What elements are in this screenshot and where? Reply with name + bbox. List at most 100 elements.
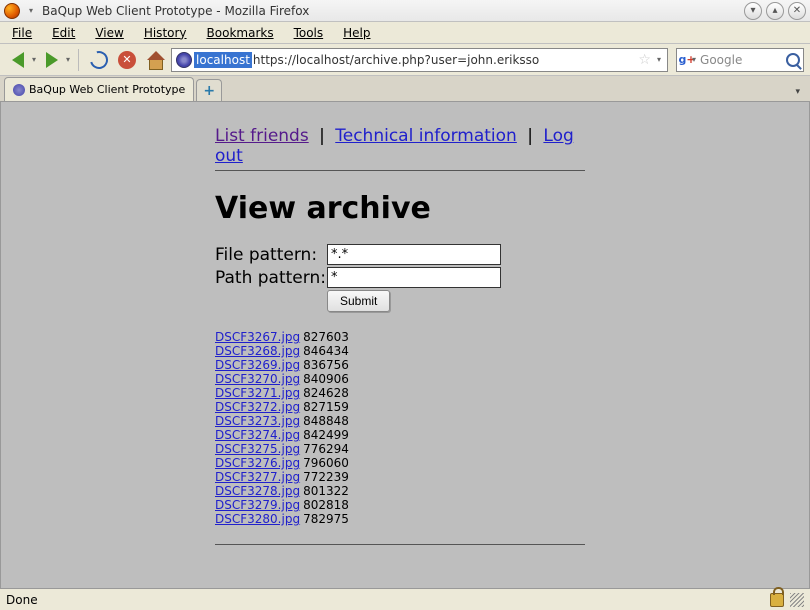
- search-placeholder: Google: [700, 53, 786, 67]
- nav-separator: |: [314, 126, 330, 146]
- file-row: DSCF3268.jpg846434: [215, 344, 585, 358]
- search-engine-dropdown[interactable]: ▾: [692, 55, 696, 64]
- file-link[interactable]: DSCF3271.jpg: [215, 386, 300, 400]
- page-body: List friends | Technical information | L…: [215, 126, 585, 545]
- bookmark-star-icon[interactable]: ☆: [638, 52, 651, 68]
- submit-button[interactable]: Submit: [327, 290, 390, 312]
- file-link[interactable]: DSCF3277.jpg: [215, 470, 300, 484]
- tab-label: BaQup Web Client Prototype: [29, 83, 185, 96]
- search-box[interactable]: g+ ▾ Google: [676, 48, 804, 72]
- file-link[interactable]: DSCF3270.jpg: [215, 372, 300, 386]
- file-pattern-row: File pattern:: [215, 244, 585, 265]
- menu-tools[interactable]: Tools: [288, 24, 330, 42]
- file-size: 801322: [303, 484, 349, 498]
- divider: [215, 544, 585, 545]
- file-row: DSCF3272.jpg827159: [215, 400, 585, 414]
- page-top-nav: List friends | Technical information | L…: [215, 126, 585, 166]
- path-pattern-row: Path pattern:: [215, 267, 585, 288]
- file-pattern-label: File pattern:: [215, 245, 327, 265]
- stop-button[interactable]: ✕: [115, 48, 139, 72]
- toolbar-separator: [78, 49, 79, 71]
- divider: [215, 170, 585, 171]
- menu-view[interactable]: View: [89, 24, 129, 42]
- file-size: 776294: [303, 442, 349, 456]
- home-button[interactable]: [143, 48, 167, 72]
- new-tab-button[interactable]: +: [196, 79, 222, 101]
- maximize-button[interactable]: ▴: [766, 2, 784, 20]
- app-menu-dropdown[interactable]: ▾: [24, 4, 38, 18]
- file-size: 840906: [303, 372, 349, 386]
- file-size: 796060: [303, 456, 349, 470]
- navigation-toolbar: ▾ ▾ ✕ localhost https://localhost/archiv…: [0, 44, 810, 76]
- file-link[interactable]: DSCF3272.jpg: [215, 400, 300, 414]
- lock-icon: [770, 593, 784, 607]
- url-host-highlight: localhost: [194, 52, 252, 68]
- close-button[interactable]: ✕: [788, 2, 806, 20]
- forward-button[interactable]: [40, 48, 64, 72]
- file-row: DSCF3276.jpg796060: [215, 456, 585, 470]
- tab-favicon: [13, 84, 25, 96]
- path-pattern-input[interactable]: [327, 267, 501, 288]
- file-size: 846434: [303, 344, 349, 358]
- window-title: BaQup Web Client Prototype - Mozilla Fir…: [42, 4, 309, 18]
- url-text: https://localhost/archive.php?user=john.…: [253, 53, 539, 67]
- menu-bar: File Edit View History Bookmarks Tools H…: [0, 22, 810, 44]
- link-technical-information[interactable]: Technical information: [335, 126, 517, 146]
- file-link[interactable]: DSCF3268.jpg: [215, 344, 300, 358]
- file-row: DSCF3278.jpg801322: [215, 484, 585, 498]
- file-size: 827603: [303, 330, 349, 344]
- file-row: DSCF3267.jpg827603: [215, 330, 585, 344]
- site-favicon: [176, 52, 192, 68]
- file-link[interactable]: DSCF3280.jpg: [215, 512, 300, 526]
- file-link[interactable]: DSCF3273.jpg: [215, 414, 300, 428]
- file-list: DSCF3267.jpg827603DSCF3268.jpg846434DSCF…: [215, 330, 585, 526]
- link-list-friends[interactable]: List friends: [215, 126, 309, 146]
- file-row: DSCF3273.jpg848848: [215, 414, 585, 428]
- file-row: DSCF3271.jpg824628: [215, 386, 585, 400]
- file-link[interactable]: DSCF3279.jpg: [215, 498, 300, 512]
- file-link[interactable]: DSCF3278.jpg: [215, 484, 300, 498]
- menu-file[interactable]: File: [6, 24, 38, 42]
- file-size: 782975: [303, 512, 349, 526]
- file-row: DSCF3279.jpg802818: [215, 498, 585, 512]
- forward-history-dropdown[interactable]: ▾: [66, 55, 70, 64]
- status-bar: Done: [0, 588, 810, 610]
- back-history-dropdown[interactable]: ▾: [32, 55, 36, 64]
- page-viewport[interactable]: List friends | Technical information | L…: [0, 102, 810, 588]
- file-size: 824628: [303, 386, 349, 400]
- file-pattern-input[interactable]: [327, 244, 501, 265]
- file-row: DSCF3275.jpg776294: [215, 442, 585, 456]
- firefox-icon: [4, 3, 20, 19]
- address-bar[interactable]: localhost https://localhost/archive.php?…: [171, 48, 668, 72]
- file-size: 842499: [303, 428, 349, 442]
- reload-button[interactable]: [87, 48, 111, 72]
- menu-help[interactable]: Help: [337, 24, 376, 42]
- file-size: 802818: [303, 498, 349, 512]
- nav-separator: |: [522, 126, 538, 146]
- resize-grip-icon: [790, 593, 804, 607]
- tab-list-dropdown[interactable]: ▾: [795, 87, 800, 97]
- menu-history[interactable]: History: [138, 24, 193, 42]
- file-link[interactable]: DSCF3275.jpg: [215, 442, 300, 456]
- tab-active[interactable]: BaQup Web Client Prototype: [4, 77, 194, 101]
- page-heading: View archive: [215, 191, 585, 226]
- file-link[interactable]: DSCF3276.jpg: [215, 456, 300, 470]
- file-row: DSCF3274.jpg842499: [215, 428, 585, 442]
- minimize-button[interactable]: ▾: [744, 2, 762, 20]
- file-size: 827159: [303, 400, 349, 414]
- file-link[interactable]: DSCF3274.jpg: [215, 428, 300, 442]
- url-history-dropdown[interactable]: ▾: [657, 55, 661, 64]
- file-size: 836756: [303, 358, 349, 372]
- menu-edit[interactable]: Edit: [46, 24, 81, 42]
- search-submit-icon[interactable]: [786, 53, 800, 67]
- file-size: 848848: [303, 414, 349, 428]
- file-link[interactable]: DSCF3267.jpg: [215, 330, 300, 344]
- file-row: DSCF3269.jpg836756: [215, 358, 585, 372]
- window-titlebar: ▾ BaQup Web Client Prototype - Mozilla F…: [0, 0, 810, 22]
- file-link[interactable]: DSCF3269.jpg: [215, 358, 300, 372]
- file-row: DSCF3280.jpg782975: [215, 512, 585, 526]
- file-size: 772239: [303, 470, 349, 484]
- file-row: DSCF3270.jpg840906: [215, 372, 585, 386]
- menu-bookmarks[interactable]: Bookmarks: [201, 24, 280, 42]
- back-button[interactable]: [6, 48, 30, 72]
